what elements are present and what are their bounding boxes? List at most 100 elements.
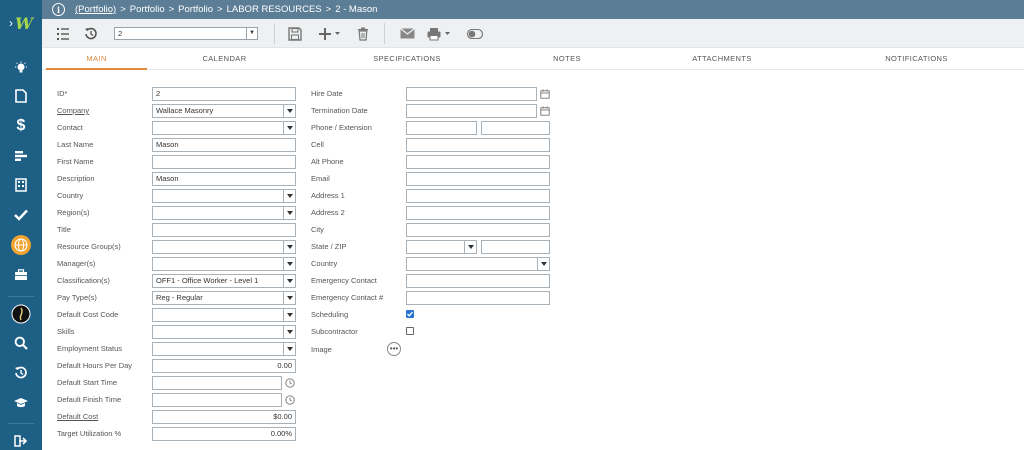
termination-date-input[interactable] [406, 104, 537, 118]
calendar-icon[interactable] [540, 89, 550, 99]
company-select[interactable]: Wallace Masonry [152, 104, 296, 118]
phone-input[interactable] [406, 121, 477, 135]
description-input[interactable]: Mason [152, 172, 296, 186]
chevron-down-icon[interactable] [283, 207, 295, 219]
breadcrumb-segment[interactable]: Portfolio [178, 4, 213, 15]
managers-select[interactable] [152, 257, 296, 271]
chevron-down-icon[interactable] [283, 343, 295, 355]
contact-select[interactable] [152, 121, 296, 135]
clock-icon[interactable] [285, 378, 295, 388]
chevron-down-icon[interactable] [464, 241, 476, 253]
default-cost-label[interactable]: Default Cost [57, 412, 98, 421]
address1-input[interactable] [406, 189, 550, 203]
chevron-down-icon[interactable] [283, 309, 295, 321]
tab-attachments[interactable]: ATTACHMENTS [672, 48, 772, 70]
menu-expand-icon[interactable]: › [9, 16, 13, 30]
briefcase-icon[interactable] [0, 262, 42, 288]
regions-select[interactable] [152, 206, 296, 220]
info-icon[interactable]: i [52, 3, 65, 16]
breadcrumb-segment[interactable]: Portfolio [130, 4, 165, 15]
first-name-input[interactable] [152, 155, 296, 169]
target-utilization-input[interactable]: 0.00% [152, 427, 296, 441]
title-input[interactable] [152, 223, 296, 237]
scheduling-checkbox[interactable] [406, 310, 414, 318]
chevron-down-icon[interactable] [537, 258, 549, 270]
list-view-icon[interactable] [54, 25, 72, 42]
graduation-cap-icon[interactable] [0, 390, 42, 416]
save-icon[interactable] [286, 25, 304, 42]
chevron-down-icon[interactable] [283, 258, 295, 270]
search-icon[interactable] [0, 330, 42, 356]
default-hours-label: Default Hours Per Day [57, 361, 133, 370]
bar-chart-icon[interactable] [0, 143, 42, 169]
last-name-input[interactable]: Mason [152, 138, 296, 152]
address1-label: Address 1 [311, 191, 345, 200]
email-input[interactable] [406, 172, 550, 186]
user-avatar-icon[interactable] [0, 301, 42, 327]
right-country-select[interactable] [406, 257, 550, 271]
app-logo[interactable]: › W [0, 0, 42, 46]
chevron-down-icon[interactable]: ▼ [246, 28, 257, 39]
subcontractor-checkbox[interactable] [406, 327, 414, 335]
history-icon[interactable] [0, 360, 42, 386]
globe-icon[interactable] [0, 232, 42, 258]
chevron-down-icon[interactable] [283, 105, 295, 117]
hire-date-input[interactable] [406, 87, 537, 101]
resource-groups-select[interactable] [152, 240, 296, 254]
chevron-down-icon[interactable] [283, 190, 295, 202]
cell-label: Cell [311, 140, 324, 149]
chevron-down-icon[interactable] [283, 292, 295, 304]
tab-calendar[interactable]: CALENDAR [172, 48, 277, 70]
chevron-down-icon[interactable] [283, 122, 295, 134]
lightbulb-icon[interactable] [0, 55, 42, 81]
tab-notes[interactable]: NOTES [522, 48, 612, 70]
tab-main[interactable]: MAIN [46, 48, 147, 70]
dollar-icon[interactable]: $ [0, 113, 42, 139]
address2-input[interactable] [406, 206, 550, 220]
state-select[interactable] [406, 240, 477, 254]
more-options-icon[interactable]: ••• [387, 342, 401, 356]
country-select[interactable] [152, 189, 296, 203]
calendar-icon[interactable] [540, 106, 550, 116]
breadcrumb-segment[interactable]: LABOR RESOURCES [227, 4, 322, 15]
toggle-switch[interactable] [466, 25, 484, 42]
clock-icon[interactable] [285, 395, 295, 405]
print-button[interactable] [426, 25, 456, 42]
tab-specifications[interactable]: SPECIFICATIONS [352, 48, 462, 70]
email-icon[interactable] [398, 25, 416, 42]
history-icon[interactable] [82, 25, 100, 42]
employment-status-select[interactable] [152, 342, 296, 356]
chevron-down-icon[interactable] [283, 275, 295, 287]
pay-types-select[interactable]: Reg - Regular [152, 291, 296, 305]
breadcrumb-portfolio-link[interactable]: (Portfolio) [75, 4, 116, 15]
emergency-contact-input[interactable] [406, 274, 550, 288]
record-select[interactable]: 2 ▼ [114, 27, 258, 40]
cell-input[interactable] [406, 138, 550, 152]
logout-icon[interactable] [0, 428, 42, 450]
chevron-down-icon[interactable] [283, 241, 295, 253]
add-button[interactable] [316, 25, 344, 42]
extension-input[interactable] [481, 121, 550, 135]
zip-input[interactable] [481, 240, 550, 254]
alt-phone-input[interactable] [406, 155, 550, 169]
id-input[interactable]: 2 [152, 87, 296, 101]
default-cost-code-select[interactable] [152, 308, 296, 322]
chevron-down-icon[interactable] [283, 326, 295, 338]
default-cost-input[interactable]: $0.00 [152, 410, 296, 424]
default-hours-input[interactable]: 0.00 [152, 359, 296, 373]
checkmark-icon[interactable] [0, 202, 42, 228]
company-label[interactable]: Company [57, 106, 89, 115]
breadcrumb-separator: > [120, 4, 126, 15]
skills-select[interactable] [152, 325, 296, 339]
delete-icon[interactable] [354, 25, 372, 42]
document-icon[interactable] [0, 83, 42, 109]
default-start-input[interactable] [152, 376, 282, 390]
default-finish-input[interactable] [152, 393, 282, 407]
phone-label: Phone / Extension [311, 123, 372, 132]
classifications-select[interactable]: OFF1 - Office Worker - Level 1 [152, 274, 296, 288]
tab-bar: MAIN CALENDAR SPECIFICATIONS NOTES ATTAC… [42, 48, 1024, 70]
emergency-contact-number-input[interactable] [406, 291, 550, 305]
tab-notifications[interactable]: NOTIFICATIONS [864, 48, 969, 70]
building-icon[interactable] [0, 172, 42, 198]
city-input[interactable] [406, 223, 550, 237]
